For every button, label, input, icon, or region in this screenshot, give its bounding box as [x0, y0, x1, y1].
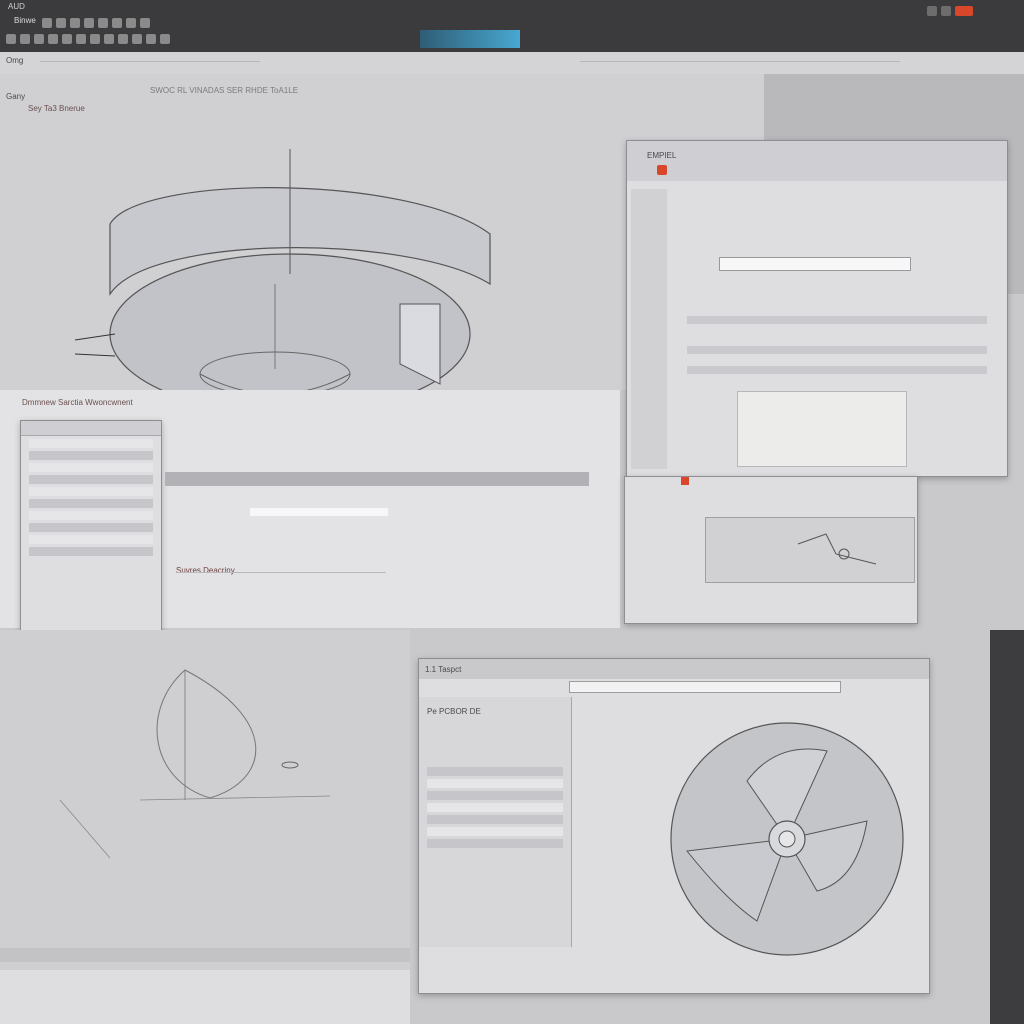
- dialog-row-2: [687, 346, 987, 354]
- undo-icon[interactable]: [98, 17, 108, 28]
- minimize-icon[interactable]: [927, 5, 937, 16]
- dialog-sidebar: [631, 189, 667, 469]
- dialog-warning-icon: [657, 165, 667, 175]
- secondary-inner-panel: [705, 517, 915, 583]
- measure-tool-icon[interactable]: [146, 33, 156, 44]
- app-brand: Binwe: [14, 16, 36, 25]
- status-left-label: Omg: [6, 56, 24, 65]
- sketch-drawing: [59, 669, 331, 859]
- chamfer-tool-icon[interactable]: [104, 33, 114, 44]
- revolve-tool-icon[interactable]: [76, 33, 86, 44]
- section-tool-icon[interactable]: [160, 33, 170, 44]
- secondary-error-icon: [681, 477, 689, 485]
- maximize-icon[interactable]: [941, 5, 951, 16]
- line-tool-icon[interactable]: [6, 33, 16, 44]
- fillet-tool-icon[interactable]: [90, 33, 100, 44]
- dialog-row-3: [687, 366, 987, 374]
- status-strip: Omg: [0, 52, 1024, 75]
- window-controls: [925, 2, 975, 20]
- ribbon-highlight[interactable]: [420, 30, 520, 48]
- middle-panel-title: Dmmnew Sarctia Wwoncwnent: [22, 398, 133, 407]
- cad-tree-panel: Pe PCBOR DE: [419, 697, 572, 947]
- sketch-viewport[interactable]: [0, 630, 410, 970]
- viewport-heading: SWOC RL VINADAS SER RHDE ToA1LE: [150, 86, 299, 95]
- open-icon[interactable]: [56, 17, 66, 28]
- middle-panel: Dmmnew Sarctia Wwoncwnent Suvres Deacrin…: [0, 390, 620, 632]
- file-icon[interactable]: [42, 17, 52, 28]
- dialog-row-1: [687, 316, 987, 324]
- rect-tool-icon[interactable]: [48, 33, 58, 44]
- floating-dialog: EMPIEL: [626, 140, 1008, 477]
- cad-panel-label: Pe PCBOR DE: [427, 707, 481, 716]
- viewport-tab-label[interactable]: Gany: [6, 92, 25, 102]
- mirror-tool-icon[interactable]: [118, 33, 128, 44]
- secondary-window: [624, 476, 918, 624]
- viewport-sub-label: Sey Ta3 Bnerue: [28, 104, 85, 113]
- save-icon[interactable]: [70, 17, 80, 28]
- secondary-sketch: [797, 533, 877, 565]
- bottom-left-strip: [0, 970, 410, 1024]
- dark-side-band: [990, 630, 1024, 1024]
- cad-window: 1.1 Taspct Pe PCBOR DE: [418, 658, 930, 994]
- extrude-tool-icon[interactable]: [62, 33, 72, 44]
- horizontal-scrollbar[interactable]: [165, 472, 589, 486]
- turbine-model[interactable]: [667, 721, 907, 961]
- dialog-titlebar: EMPIEL: [627, 141, 1007, 181]
- top-app-bar: AUD Binwe: [0, 0, 1024, 52]
- ribbon-icons-row: [4, 30, 172, 48]
- dialog-preview-box: [737, 391, 907, 467]
- dialog-list-field[interactable]: [719, 257, 911, 271]
- zoom-icon[interactable]: [126, 17, 136, 28]
- cad-toolbar: 1.1 Taspct: [419, 659, 929, 693]
- arc-tool-icon[interactable]: [20, 33, 30, 44]
- circle-tool-icon[interactable]: [34, 33, 44, 44]
- cad-title: 1.1 Taspct: [425, 665, 462, 674]
- sketch-bottom-toolbar[interactable]: [0, 948, 410, 962]
- cylinder-model[interactable]: [60, 134, 520, 424]
- redo-icon[interactable]: [112, 17, 122, 28]
- small-dialog-title: [21, 421, 161, 436]
- small-dialog: [20, 420, 162, 632]
- menu-label[interactable]: AUD: [8, 2, 25, 12]
- print-icon[interactable]: [84, 17, 94, 28]
- close-icon[interactable]: [955, 5, 973, 16]
- pattern-tool-icon[interactable]: [132, 33, 142, 44]
- pan-icon[interactable]: [140, 17, 150, 28]
- cad-address-bar[interactable]: [569, 681, 841, 693]
- property-label: Suvres Deacriny: [176, 566, 235, 575]
- dialog-title: EMPIEL: [647, 151, 677, 160]
- property-field[interactable]: [250, 508, 388, 516]
